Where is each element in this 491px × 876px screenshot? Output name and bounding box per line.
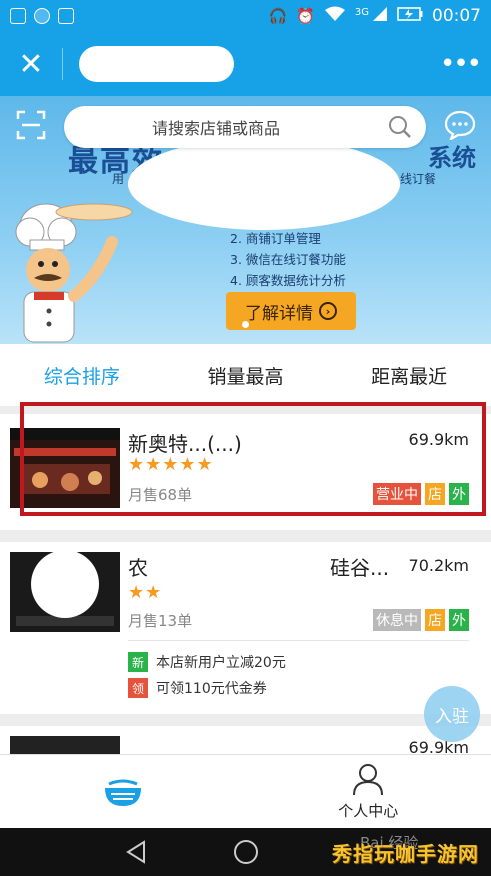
join-button[interactable]: 入驻 xyxy=(424,686,480,742)
search-placeholder: 请搜索店铺或商品 xyxy=(152,119,281,138)
headphone-icon: 🎧 xyxy=(268,7,288,25)
shop-thumbnail xyxy=(10,552,120,632)
banner-headline-suffix: 系统 xyxy=(428,144,476,172)
title-bar: ✕ ••• xyxy=(0,32,491,96)
coupon-badge: 领 xyxy=(128,678,148,698)
tab-nearest[interactable]: 距离最近 xyxy=(371,362,447,389)
qq-icon xyxy=(34,8,50,24)
home-icon[interactable] xyxy=(232,838,260,866)
page-title-redacted xyxy=(79,46,234,82)
bowl-icon xyxy=(104,779,141,806)
promo-text: 可领110元代金券 xyxy=(156,681,267,697)
shop-distance: 70.2km xyxy=(408,556,469,575)
rating-stars: ★★ xyxy=(128,582,163,603)
status-badge-closed: 休息中 xyxy=(373,609,421,631)
learn-more-label: 了解详情 xyxy=(245,303,313,324)
network-type: 3G xyxy=(354,6,369,18)
shop-name: 农 xyxy=(128,556,148,580)
banner-subtitle-right: 线订餐 xyxy=(400,172,437,186)
back-icon[interactable] xyxy=(122,838,150,866)
scan-icon[interactable] xyxy=(16,110,46,140)
message-icon[interactable] xyxy=(444,110,476,140)
nav-profile[interactable]: 个人中心 xyxy=(246,755,491,828)
person-icon xyxy=(353,764,384,796)
search-icon[interactable] xyxy=(388,115,412,139)
watermark: 秀指玩咖手游网 xyxy=(332,842,479,866)
status-bar: 🎧 ⏰ 3G 00:07 xyxy=(0,0,491,32)
tab-comprehensive-sort[interactable]: 综合排序 xyxy=(44,362,120,389)
divider xyxy=(128,640,469,641)
alarm-icon: ⏰ xyxy=(296,7,315,25)
badge-dine-in: 店 xyxy=(425,609,445,631)
carousel-indicator[interactable] xyxy=(242,321,249,328)
shop-card[interactable]: 69.9km xyxy=(0,726,491,754)
chef-illustration xyxy=(15,203,133,343)
banner-feature-4: 4. 顾客数据统计分析 xyxy=(230,273,346,288)
tab-top-sales[interactable]: 销量最高 xyxy=(207,362,283,389)
banner-feature-2: 2. 商铺订单管理 xyxy=(230,231,321,246)
signal-icon xyxy=(372,6,388,26)
profile-label: 个人中心 xyxy=(338,802,399,820)
battery-icon xyxy=(397,7,423,25)
promo-text: 本店新用户立减20元 xyxy=(156,655,286,671)
promo-coupon: 领 可领110元代金券 xyxy=(128,678,267,698)
wifi-icon xyxy=(324,6,346,26)
arrow-right-icon: › xyxy=(319,302,337,320)
badge-takeout: 外 xyxy=(449,609,469,631)
sort-tabs: 综合排序 销量最高 距离最近 xyxy=(0,344,491,406)
shop-name-tail: 硅谷... xyxy=(330,556,390,580)
monthly-sales: 月售13单 xyxy=(128,612,193,630)
highlight-box xyxy=(20,402,486,516)
nav-home[interactable] xyxy=(0,755,246,828)
more-options-button[interactable]: ••• xyxy=(429,32,491,96)
banner-feature-3: 3. 微信在线订餐功能 xyxy=(230,252,346,267)
banner-subtitle-left: 用 xyxy=(112,172,125,186)
bottom-nav: 个人中心 xyxy=(0,754,491,828)
shop-card[interactable]: 农 硅谷... 70.2km ★★ 月售13单 休息中 店 外 新 本店新用户立… xyxy=(0,542,491,714)
close-button[interactable]: ✕ xyxy=(0,32,62,96)
shop-tags: 休息中 店 外 xyxy=(373,609,469,631)
notification-icon xyxy=(10,8,26,24)
promo-new-user: 新 本店新用户立减20元 xyxy=(128,652,286,672)
search-input[interactable]: 请搜索店铺或商品 xyxy=(64,106,426,148)
new-badge: 新 xyxy=(128,652,148,672)
clock-time: 00:07 xyxy=(432,6,481,26)
title-divider xyxy=(62,48,63,80)
redaction-blob xyxy=(128,138,400,230)
gallery-icon xyxy=(58,8,74,24)
shop-thumbnail xyxy=(10,736,120,754)
